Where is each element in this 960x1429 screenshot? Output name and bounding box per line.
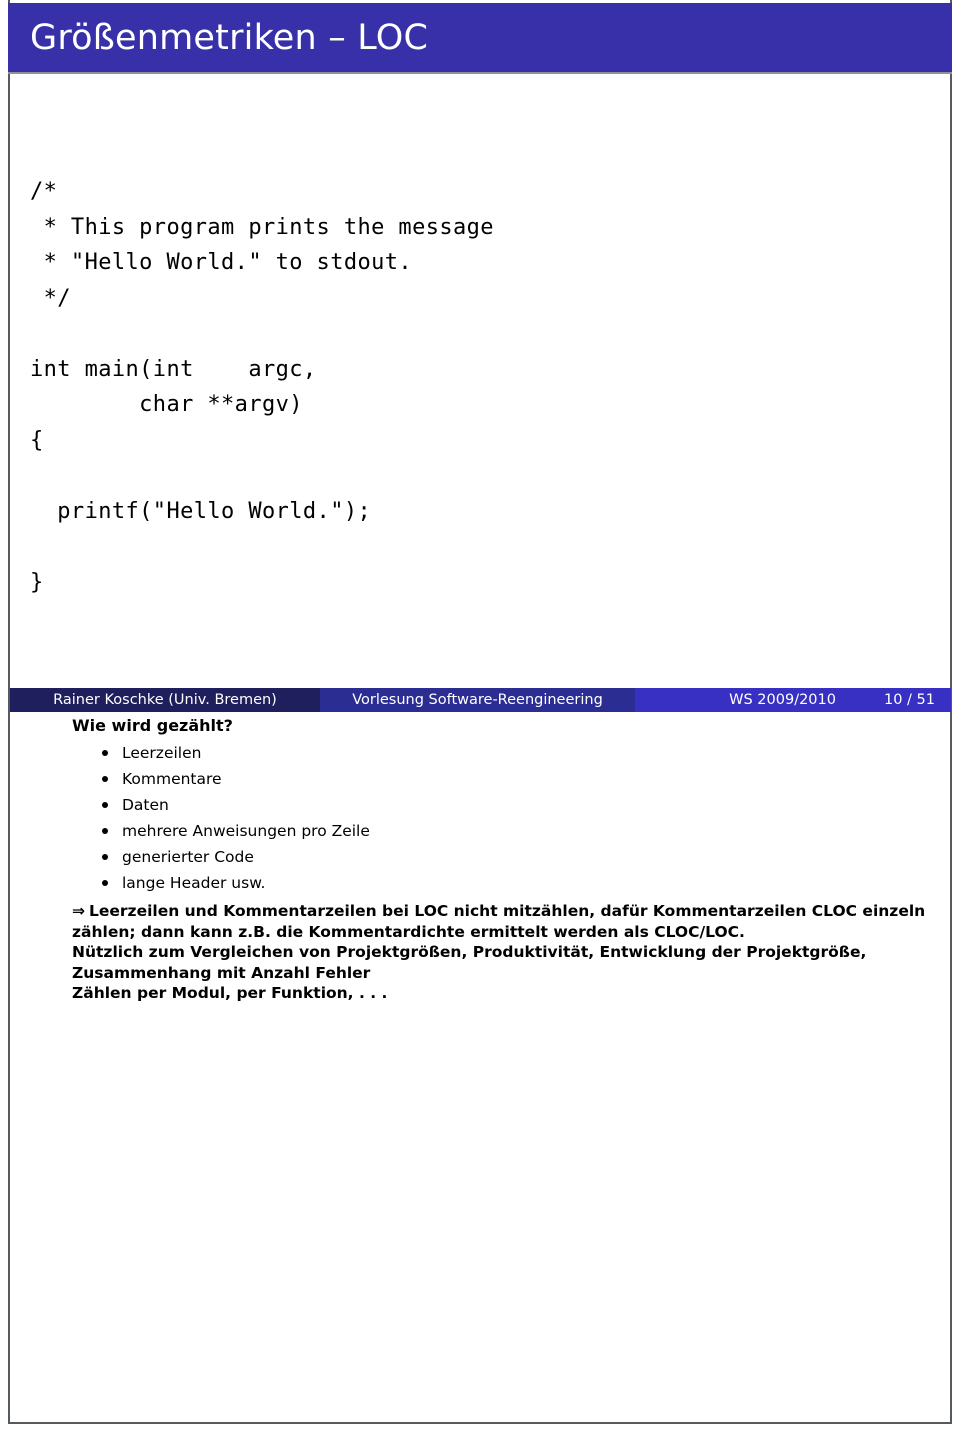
paragraph-text: Zählen per Modul, per Funktion, . . . [72, 984, 388, 1002]
slide-title-bar: Größenmetriken – LOC [8, 3, 952, 72]
list-item-label: Kommentare [122, 770, 222, 788]
footer-meta: WS 2009/2010 10 / 51 [635, 688, 951, 712]
code-line: * This program prints the message [30, 214, 494, 240]
list-item: Daten [72, 792, 942, 818]
list-item-label: Leerzeilen [122, 744, 202, 762]
footer-page-number: 10 / 51 [883, 692, 935, 708]
bullet-dot-icon [102, 880, 108, 886]
code-line: */ [30, 285, 71, 311]
code-line: int main(int argc, [30, 356, 317, 382]
bullet-dot-icon [102, 776, 108, 782]
list-item: lange Header usw. [72, 870, 942, 896]
conclusion-paragraphs: ⇒ Leerzeilen und Kommentarzeilen bei LOC … [72, 901, 942, 1004]
list-item: generierter Code [72, 844, 942, 870]
paragraph-text: Nützlich zum Vergleichen von Projektgröß… [72, 943, 867, 982]
code-line: * "Hello World." to stdout. [30, 250, 413, 275]
bullet-dot-icon [102, 854, 108, 860]
paragraph-granularity: Zählen per Modul, per Funktion, . . . [72, 983, 942, 1004]
footer-lecture-label: Vorlesung Software-Reengineering [352, 692, 603, 708]
paragraph-text: Leerzeilen und Kommentarzeilen bei LOC n… [72, 902, 926, 941]
implies-arrow-icon: ⇒ [72, 902, 85, 920]
footer-author: Rainer Koschke (Univ. Bremen) [10, 688, 320, 712]
list-item: mehrere Anweisungen pro Zeile [72, 818, 942, 844]
paragraph-implies: ⇒ Leerzeilen und Kommentarzeilen bei LOC … [72, 901, 942, 942]
bullet-dot-icon [102, 750, 108, 756]
paragraph-usefulness: Nützlich zum Vergleichen von Projektgröß… [72, 942, 942, 983]
code-listing: /* * This program prints the message * "… [30, 174, 630, 600]
list-item-label: lange Header usw. [122, 874, 266, 892]
body-lead-question: Wie wird gezählt? [72, 716, 233, 735]
list-item: Kommentare [72, 766, 942, 792]
footer-lecture: Vorlesung Software-Reengineering [320, 688, 635, 712]
bullet-dot-icon [102, 802, 108, 808]
bullet-dot-icon [102, 828, 108, 834]
footer-term-label: WS 2009/2010 [729, 692, 836, 708]
list-item-label: Daten [122, 796, 169, 814]
page-title: Größenmetriken – LOC [30, 17, 429, 58]
code-line: printf("Hello World."); [30, 498, 372, 524]
slide-footer-bar: Rainer Koschke (Univ. Bremen) Vorlesung … [10, 688, 951, 712]
code-line: char **argv) [30, 392, 303, 417]
code-line: /* [30, 179, 58, 204]
list-item-label: generierter Code [122, 848, 254, 866]
list-item: Leerzeilen [72, 740, 942, 766]
slide-body: Wie wird gezählt? Leerzeilen Kommentare … [72, 716, 942, 1004]
title-underline-rule [8, 72, 952, 74]
code-line: { [30, 427, 44, 453]
footer-author-label: Rainer Koschke (Univ. Bremen) [53, 692, 277, 708]
counting-criteria-list: Leerzeilen Kommentare Daten mehrere Anwe… [72, 740, 942, 896]
code-line: } [30, 569, 44, 595]
list-item-label: mehrere Anweisungen pro Zeile [122, 822, 370, 840]
